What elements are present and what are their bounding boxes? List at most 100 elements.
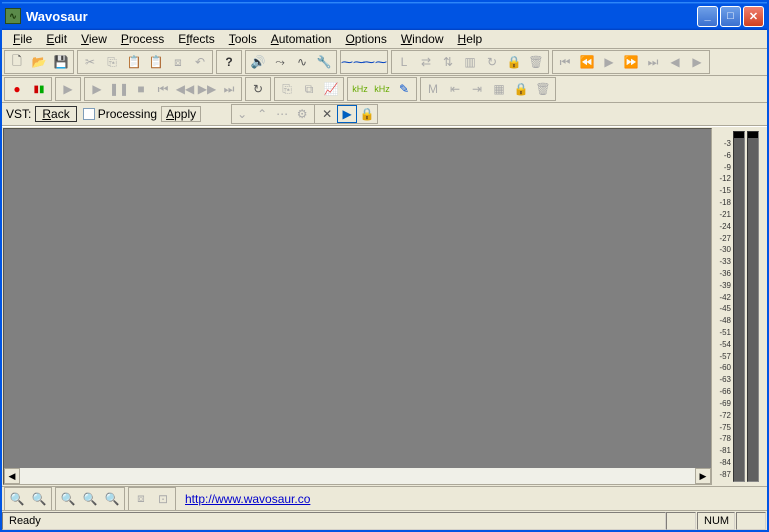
waveform-sel-icon[interactable]: ⁓⁓ [364, 52, 386, 72]
zoom-in-icon[interactable]: 🔍 [6, 489, 28, 509]
waveform-canvas[interactable]: ◀ ▶ [3, 128, 712, 485]
skip-next-icon[interactable]: ⏩ [620, 52, 642, 72]
copy-icon[interactable]: ⎘ [101, 52, 123, 72]
zoom-v-icon[interactable]: kHz [371, 79, 393, 99]
menu-tools[interactable]: Tools [222, 31, 264, 47]
skip-start-icon[interactable]: ⏮ [554, 52, 576, 72]
menu-view[interactable]: View [74, 31, 114, 47]
meter-tick: -69 [715, 399, 733, 409]
pencil-icon[interactable]: ✎ [393, 79, 415, 99]
menu-effects[interactable]: Effects [171, 31, 221, 47]
cable-icon[interactable]: ∿ [291, 52, 313, 72]
menu-file[interactable]: File [6, 31, 39, 47]
paste-icon[interactable]: 📋 [123, 52, 145, 72]
vst-label: VST: [6, 107, 31, 121]
wrench-icon[interactable]: 🔧 [313, 52, 335, 72]
menu-process[interactable]: Process [114, 31, 171, 47]
minimize-button[interactable]: _ [697, 6, 718, 27]
undo-icon[interactable]: ↶ [189, 52, 211, 72]
region-icon[interactable]: ▥ [459, 52, 481, 72]
meter-tick: -12 [715, 174, 733, 184]
menu-window[interactable]: Window [394, 31, 451, 47]
status-num: NUM [697, 512, 735, 530]
trash-icon[interactable]: 🗑 [525, 52, 547, 72]
play-region-icon[interactable]: ▶ [598, 52, 620, 72]
play2-icon[interactable]: ▶ [86, 79, 108, 99]
scroll-track[interactable] [20, 468, 695, 484]
crop-zoom-icon[interactable]: ⧈ [130, 489, 152, 509]
vst-delete-icon[interactable]: ✕ [317, 105, 337, 123]
menu-edit[interactable]: Edit [39, 31, 74, 47]
play-icon[interactable]: ▶ [686, 52, 708, 72]
swap-h-icon[interactable]: ⇄ [415, 52, 437, 72]
apply-button[interactable]: Apply [161, 106, 201, 122]
maximize-button[interactable]: □ [720, 6, 741, 27]
marker-l-icon[interactable]: L [393, 52, 415, 72]
forward-icon[interactable]: ▶▶ [196, 79, 218, 99]
vst-expand-icon[interactable]: ⌄ [232, 105, 252, 123]
swap-v-icon[interactable]: ⇅ [437, 52, 459, 72]
vst-settings-icon[interactable]: ⚙ [292, 105, 312, 123]
help-icon[interactable]: ? [218, 52, 240, 72]
paste-insert-icon[interactable]: ⎘ [276, 79, 298, 99]
zoom-vert-icon[interactable]: 🔍 [101, 489, 123, 509]
save-icon[interactable]: 💾 [50, 52, 72, 72]
meter-tick: -9 [715, 163, 733, 173]
loop-goto-icon[interactable]: ↻ [481, 52, 503, 72]
replace-icon[interactable]: ⧉ [298, 79, 320, 99]
fit-icon[interactable]: ▦ [488, 79, 510, 99]
scrollbar-horizontal[interactable]: ◀ ▶ [4, 468, 711, 484]
website-link[interactable]: http://www.wavosaur.co [179, 492, 316, 506]
move-left-icon[interactable]: ⇤ [444, 79, 466, 99]
stop-icon[interactable]: ■ [130, 79, 152, 99]
play-out-icon[interactable]: ▶ [57, 79, 79, 99]
lock2-icon[interactable]: 🔒 [510, 79, 532, 99]
meter-tick: -42 [715, 293, 733, 303]
new-icon[interactable]: 🗋 [6, 52, 28, 72]
processing-checkbox[interactable] [83, 108, 95, 120]
zoom-all-icon[interactable]: 🔍 [79, 489, 101, 509]
vst-link-icon[interactable]: ⋯ [272, 105, 292, 123]
pause-icon[interactable]: ❚❚ [108, 79, 130, 99]
skip-end-icon[interactable]: ⏭ [642, 52, 664, 72]
zoom-sel-icon[interactable]: 🔍 [57, 489, 79, 509]
skip-prev-icon[interactable]: ⏪ [576, 52, 598, 72]
meter-tick: -72 [715, 411, 733, 421]
meter-tick: -81 [715, 446, 733, 456]
menu-automation[interactable]: Automation [264, 31, 339, 47]
prev-icon[interactable]: ◀ [664, 52, 686, 72]
waveform-icon[interactable]: ⁓⁓ [342, 52, 364, 72]
open-icon[interactable]: 📂 [28, 52, 50, 72]
paste-special-icon[interactable]: 📋 [145, 52, 167, 72]
rack-button[interactable]: Rack [35, 106, 76, 122]
route-icon[interactable]: ⤳ [269, 52, 291, 72]
meter-tick: -15 [715, 186, 733, 196]
menu-options[interactable]: Options [338, 31, 393, 47]
chart-icon[interactable]: 📈 [320, 79, 342, 99]
zoom-out-icon[interactable]: 🔍 [28, 489, 50, 509]
move-right-icon[interactable]: ⇥ [466, 79, 488, 99]
rewind-full-icon[interactable]: ⏮ [152, 79, 174, 99]
crop-icon[interactable]: ⧈ [167, 52, 189, 72]
vst-collapse-icon[interactable]: ⌃ [252, 105, 272, 123]
volume-icon[interactable]: 🔊 [247, 52, 269, 72]
meter-tick: -33 [715, 257, 733, 267]
scroll-right-icon[interactable]: ▶ [695, 468, 711, 484]
levels-icon[interactable]: ▮▮ [28, 79, 50, 99]
forward-full-icon[interactable]: ⏭ [218, 79, 240, 99]
menu-help[interactable]: Help [451, 31, 490, 47]
loop-toggle-icon[interactable]: ↻ [247, 79, 269, 99]
cut-icon[interactable]: ✂ [79, 52, 101, 72]
vst-play-icon[interactable]: ▶ [337, 105, 357, 123]
lock-icon[interactable]: 🔒 [503, 52, 525, 72]
close-button[interactable]: ✕ [743, 6, 764, 27]
trash2-icon[interactable]: 🗑 [532, 79, 554, 99]
fit-zoom-icon[interactable]: ⊡ [152, 489, 174, 509]
rewind-icon[interactable]: ◀◀ [174, 79, 196, 99]
marker-m-icon[interactable]: M [422, 79, 444, 99]
scroll-left-icon[interactable]: ◀ [4, 468, 20, 484]
meter-tick: -51 [715, 328, 733, 338]
vst-lock-icon[interactable]: 🔒 [357, 105, 377, 123]
record-icon[interactable]: ● [6, 79, 28, 99]
zoom-h-icon[interactable]: kHz [349, 79, 371, 99]
